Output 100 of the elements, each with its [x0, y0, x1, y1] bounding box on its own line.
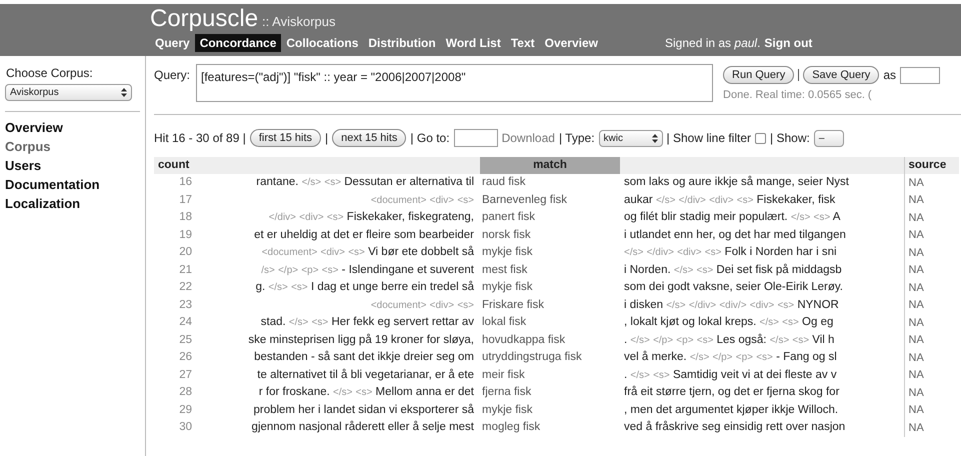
hit-summary: Hit 16 - 30 of 89 |	[154, 130, 246, 147]
left-context: ske minsteprisen ligg på 19 kroner for sløya,	[248, 334, 474, 346]
match-text: Barnevenleg fisk	[481, 192, 568, 208]
row-number: 30	[178, 420, 193, 436]
match-text: panert fisk	[481, 210, 536, 226]
left-context: stad. </s> <s> Her fekk eg servert rettar av	[260, 316, 474, 328]
row-number: 19	[178, 228, 193, 243]
left-context: <document> <div> <s> Vi bør ete dobbelt så	[262, 246, 474, 258]
source-cell: NA	[904, 174, 959, 192]
left-context: et er uheldig at det er fleire som bearbeider	[254, 228, 474, 241]
right-context: frå eit større tjern, og det er fjerna skog for	[624, 386, 840, 398]
first-hits-button[interactable]: first 15 hits	[250, 129, 322, 147]
sidebar-link[interactable]: Localization	[5, 194, 140, 213]
sign-out-link[interactable]: Sign out	[764, 34, 812, 52]
corpus-label: Choose Corpus:	[5, 65, 94, 82]
sidebar-link[interactable]: Corpus	[5, 137, 140, 156]
corpus-subtitle: :: Aviskorpus	[262, 13, 336, 31]
source-cell: NA	[904, 314, 959, 332]
source-cell: NA	[904, 192, 959, 210]
column-header: count	[154, 157, 196, 174]
row-number: 27	[178, 368, 193, 383]
signed-in-text: Signed in as paul.	[665, 35, 760, 52]
source-cell: NA	[904, 244, 959, 262]
show-select[interactable]: –	[814, 130, 844, 146]
sidebar-link[interactable]: Users	[5, 156, 140, 175]
row-number: 18	[178, 210, 193, 226]
query-label: Query:	[154, 67, 190, 84]
left-context: bestanden - så sant det ikkje dreier seg om	[254, 351, 474, 364]
query-field[interactable]: [features=("adj")] "fisk" :: year = "2006|2007|2008"	[196, 64, 714, 102]
row-number: 16	[154, 174, 196, 192]
run-query-button[interactable]: Run Query	[723, 66, 794, 84]
row-number: 20	[178, 245, 193, 260]
row-number: 24	[178, 315, 193, 330]
nav-tab[interactable]: Overview	[540, 34, 603, 52]
nav-tab[interactable]: Word List	[440, 34, 506, 52]
left-context: gjennom nasjonal råderett eller å selje mest	[252, 421, 474, 434]
match-text: lokal fisk	[481, 315, 528, 330]
match-text: mogleg fisk	[481, 420, 542, 436]
nav-tab[interactable]: Concordance	[194, 34, 282, 52]
left-context: rantane. </s> <s> Dessutan er alternativa til	[256, 176, 474, 188]
source-cell: NA	[904, 209, 959, 227]
nav-tab[interactable]: Query	[150, 34, 195, 52]
filter-label: | Show line filter	[666, 130, 752, 147]
right-context: , men det argumentet kjøper ikkje Willoch.	[624, 404, 838, 416]
right-context: . </s> <s> Samtidig veit vi at dei fleste av v	[624, 368, 837, 381]
name-field[interactable]	[900, 66, 940, 84]
type-select[interactable]: kwic	[598, 130, 663, 146]
left-context: problem her i landet sidan vi eksporterer så	[253, 404, 474, 416]
right-context: som laks og aure ikkje så mange, seier Nyst	[624, 176, 849, 188]
download-link[interactable]: Download	[502, 129, 555, 147]
right-context: ved å fråskrive seg einsidig rett over nasjon	[624, 421, 846, 434]
row-number: 23	[178, 298, 193, 313]
filter-checkbox[interactable]	[755, 132, 766, 144]
row-number: 28	[178, 385, 193, 400]
next-hits-button[interactable]: next 15 hits	[332, 129, 406, 147]
column-header: source	[904, 157, 959, 174]
show-label: | Show:	[770, 130, 810, 147]
right-context: . </s> </p> <p> <s> Les også: </s> <s> Vil h	[624, 334, 834, 346]
match-text: utryddingstruga fisk	[481, 350, 583, 366]
right-context: aukar </s> </div> <div> <s> Fiskekaker, fisk	[624, 194, 836, 206]
save-query-button[interactable]: Save Query	[803, 66, 880, 84]
column-header: match	[480, 157, 620, 174]
source-cell: NA	[904, 349, 959, 367]
nav-tab[interactable]: Collocations	[281, 34, 364, 52]
source-cell: NA	[904, 384, 959, 402]
sidebar-link[interactable]: Documentation	[5, 175, 140, 194]
match-text: hovudkappa fisk	[481, 332, 566, 348]
goto-field[interactable]	[454, 129, 498, 147]
row-number: 25	[178, 332, 193, 348]
nav-tab[interactable]: Text	[506, 34, 540, 52]
right-context: </s> </div> <div> <s> Folk i Norden har i sni	[624, 246, 837, 258]
match-text: fjerna fisk	[481, 385, 532, 400]
match-text: norsk fisk	[481, 228, 532, 243]
left-context: <document> <div> <s>	[370, 298, 474, 311]
separator-text: |	[325, 130, 328, 147]
nav-tab[interactable]: Distribution	[363, 34, 441, 52]
select-arrows-icon	[652, 134, 658, 142]
left-context: r for froskane. </s> <s> Mellom anna er det	[258, 386, 474, 398]
status-text: Done. Real time: 0.0565 sec. (	[723, 88, 873, 103]
match-text: meir fisk	[481, 368, 526, 383]
row-number: 21	[178, 262, 193, 278]
select-arrows-icon	[121, 88, 127, 97]
right-context: i disken </s> </div> <div/> <div> <s> NYNOR	[624, 298, 839, 311]
sidebar-link[interactable]: Overview	[5, 118, 140, 137]
match-text: mykje fisk	[481, 402, 534, 418]
goto-label: | Go to:	[410, 130, 450, 147]
right-context: vel å merke. </s> </p> <p> <s> - Fang og sl	[624, 351, 837, 364]
left-context: te alternativet til å bli vegetarianar, er å ete	[257, 368, 474, 381]
left-context: g. </s> <s> I dag et unge berre ein tredel så	[256, 281, 474, 294]
row-number: 26	[178, 350, 193, 366]
source-cell: NA	[904, 419, 959, 437]
source-cell: NA	[904, 332, 959, 350]
source-cell: NA	[904, 279, 959, 297]
match-text: Friskare fisk	[481, 298, 545, 313]
source-cell: NA	[904, 296, 959, 314]
row-number: 17	[178, 192, 193, 208]
corpus-select[interactable]: Aviskorpus	[5, 84, 132, 101]
source-cell: NA	[904, 226, 959, 244]
match-text: mykje fisk	[481, 245, 534, 260]
left-context: /s> </p> <p> <s> - Islendingane et suverent	[261, 264, 474, 276]
